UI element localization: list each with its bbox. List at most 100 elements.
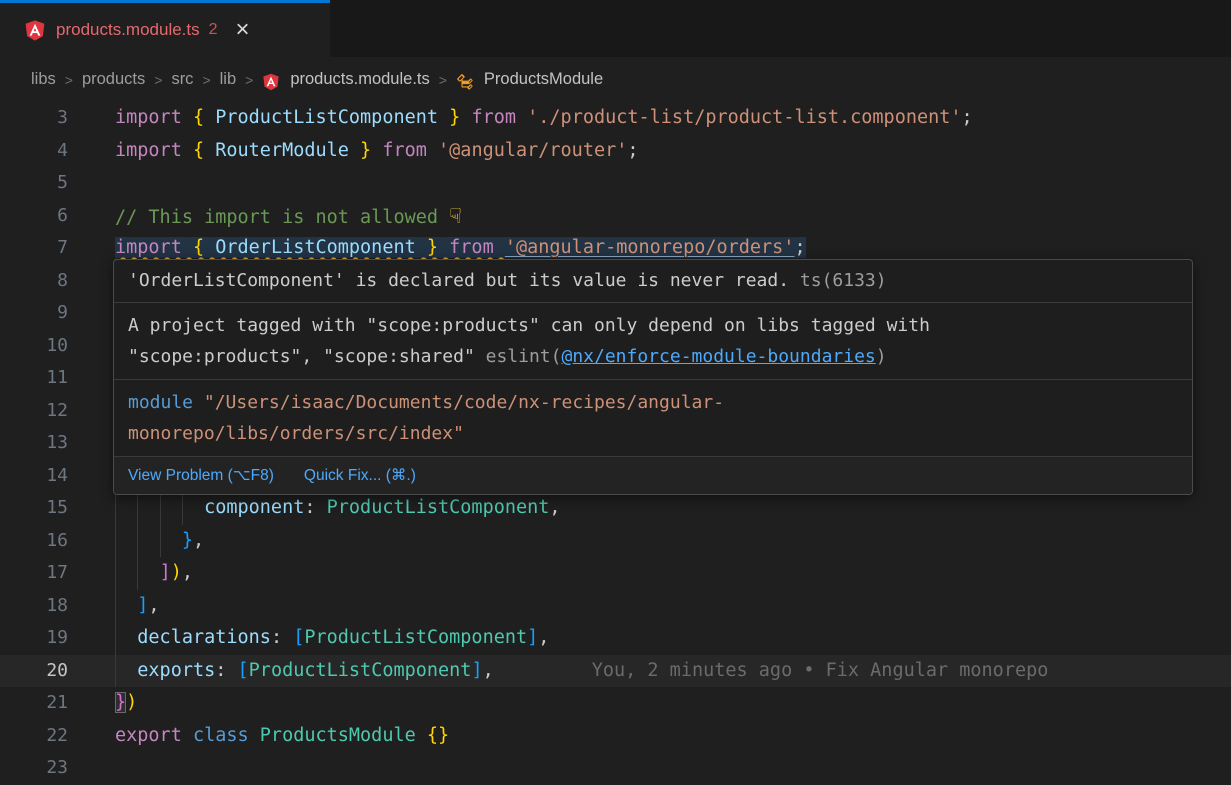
code-token: { <box>193 140 215 161</box>
code-token: ] <box>471 660 482 681</box>
code-line-content: }, <box>115 525 1231 558</box>
code-token: ] <box>137 595 148 616</box>
tab-products-module[interactable]: products.module.ts 2 × <box>0 0 330 57</box>
breadcrumb-symbol[interactable]: ProductsModule <box>484 70 603 89</box>
indent-guide <box>115 590 116 623</box>
warning-underline: import { OrderListComponent } from <box>115 237 505 258</box>
code-token: class <box>193 725 260 746</box>
chevron-right-icon: > <box>154 72 162 88</box>
line-number: 13 <box>0 427 68 460</box>
vscode-window: { "colors": { "accent": "#0078D4", "erro… <box>0 0 1231 780</box>
line-number: 17 <box>0 557 68 590</box>
code-line-content: ]), <box>115 557 1231 590</box>
code-token: import <box>115 107 193 128</box>
code-line[interactable]: 5 <box>0 167 1231 200</box>
code-token: export <box>115 725 193 746</box>
code-token: : <box>271 627 293 648</box>
line-number: 7 <box>0 232 68 265</box>
code-line[interactable]: 16 }, <box>0 525 1231 558</box>
hover-module-path-line2: monorepo/libs/orders/src/index" <box>128 423 464 444</box>
code-line-content: }) <box>115 687 1231 720</box>
code-line[interactable]: 19 declarations: [ProductListComponent], <box>0 622 1231 655</box>
code-token: ProductListComponent <box>249 660 472 681</box>
indent-guide <box>115 492 116 525</box>
code-token: '@angular/router' <box>438 140 627 161</box>
indent-guide <box>115 557 116 590</box>
hover-module-path-line1: "/Users/isaac/Documents/code/nx-recipes/… <box>193 392 724 413</box>
code-token: [ <box>238 660 249 681</box>
view-problem-button[interactable]: View Problem (⌥F8) <box>128 466 274 485</box>
tab-problems-badge: 2 <box>209 21 218 39</box>
code-token: } <box>115 692 126 713</box>
code-token: ; <box>962 107 973 128</box>
code-line[interactable]: 6// This import is not allowed ☟ <box>0 200 1231 233</box>
code-token: , <box>193 530 204 551</box>
code-line[interactable]: 17 ]), <box>0 557 1231 590</box>
line-number: 3 <box>0 102 68 135</box>
code-line-content: declarations: [ProductListComponent], <box>115 622 1231 655</box>
code-token: ; <box>794 237 805 258</box>
code-token: './product-list/product-list.component' <box>527 107 961 128</box>
line-number: 14 <box>0 460 68 493</box>
line-number: 6 <box>0 200 68 233</box>
breadcrumb-item-lib[interactable]: lib <box>220 70 237 89</box>
eslint-rule-link[interactable]: @nx/enforce-module-boundaries <box>561 346 875 367</box>
line-number: 12 <box>0 395 68 428</box>
code-token: } <box>349 140 382 161</box>
code-token: // This import is not allowed <box>115 207 449 228</box>
indent-guide <box>137 492 138 525</box>
tab-title: products.module.ts <box>56 20 200 40</box>
breadcrumb-file[interactable]: products.module.ts <box>290 70 429 89</box>
indent-guide <box>160 525 161 558</box>
code-token: ProductsModule <box>260 725 427 746</box>
code-token: } <box>182 530 193 551</box>
code-token: OrderListComponent <box>215 237 415 258</box>
close-icon[interactable]: × <box>236 20 250 40</box>
code-line[interactable]: 15 component: ProductListComponent, <box>0 492 1231 525</box>
code-token: { <box>193 237 215 258</box>
code-token: import <box>115 237 193 258</box>
code-token: : <box>304 497 326 518</box>
code-line-content: exports: [ProductListComponent],You, 2 m… <box>115 655 1231 688</box>
hover-module-keyword: module <box>128 392 193 413</box>
breadcrumb: libs > products > src > lib > products.m… <box>0 57 1231 102</box>
code-line[interactable]: 22export class ProductsModule {} <box>0 720 1231 753</box>
chevron-right-icon: > <box>202 72 210 88</box>
code-line[interactable]: 18 ], <box>0 590 1231 623</box>
code-token: {} <box>427 725 449 746</box>
angular-icon <box>262 73 280 91</box>
breadcrumb-item-src[interactable]: src <box>171 70 193 89</box>
code-line-content: import { ProductListComponent } from './… <box>115 102 1231 135</box>
line-number: 9 <box>0 297 68 330</box>
code-line[interactable]: 4import { RouterModule } from '@angular/… <box>0 135 1231 168</box>
hover-eslint-line2: "scope:products", "scope:shared" <box>128 346 486 367</box>
hover-ts-source: ts(6133) <box>800 270 887 291</box>
code-token: [ <box>293 627 304 648</box>
hover-actions: View Problem (⌥F8) Quick Fix... (⌘.) <box>114 456 1192 494</box>
indent-guide <box>137 525 138 558</box>
breadcrumb-item-libs[interactable]: libs <box>31 70 56 89</box>
code-token: ) <box>126 692 137 713</box>
line-number: 4 <box>0 135 68 168</box>
code-token: exports <box>115 660 215 681</box>
indent-guide <box>115 525 116 558</box>
code-line[interactable]: 3 import { ProductListComponent } from '.… <box>0 102 1231 135</box>
quick-fix-button[interactable]: Quick Fix... (⌘.) <box>304 466 416 485</box>
hover-module-info: module "/Users/isaac/Documents/code/nx-r… <box>114 379 1192 456</box>
class-symbol-icon <box>456 73 474 91</box>
indent-guide <box>115 655 116 688</box>
code-token: declarations <box>115 627 271 648</box>
hover-eslint-source-suffix: ) <box>876 346 887 367</box>
breadcrumb-item-products[interactable]: products <box>82 70 145 89</box>
code-token: from <box>471 107 527 128</box>
code-line[interactable]: 21}) <box>0 687 1231 720</box>
indent-guide <box>182 492 183 525</box>
line-number: 20 <box>0 655 68 688</box>
code-token: from <box>382 140 438 161</box>
code-token: component <box>115 497 304 518</box>
code-token: ProductListComponent <box>327 497 550 518</box>
code-line-content <box>115 167 1231 200</box>
line-number: 5 <box>0 167 68 200</box>
code-token: ; <box>627 140 638 161</box>
code-line[interactable]: 20 exports: [ProductListComponent],You, … <box>0 655 1231 688</box>
